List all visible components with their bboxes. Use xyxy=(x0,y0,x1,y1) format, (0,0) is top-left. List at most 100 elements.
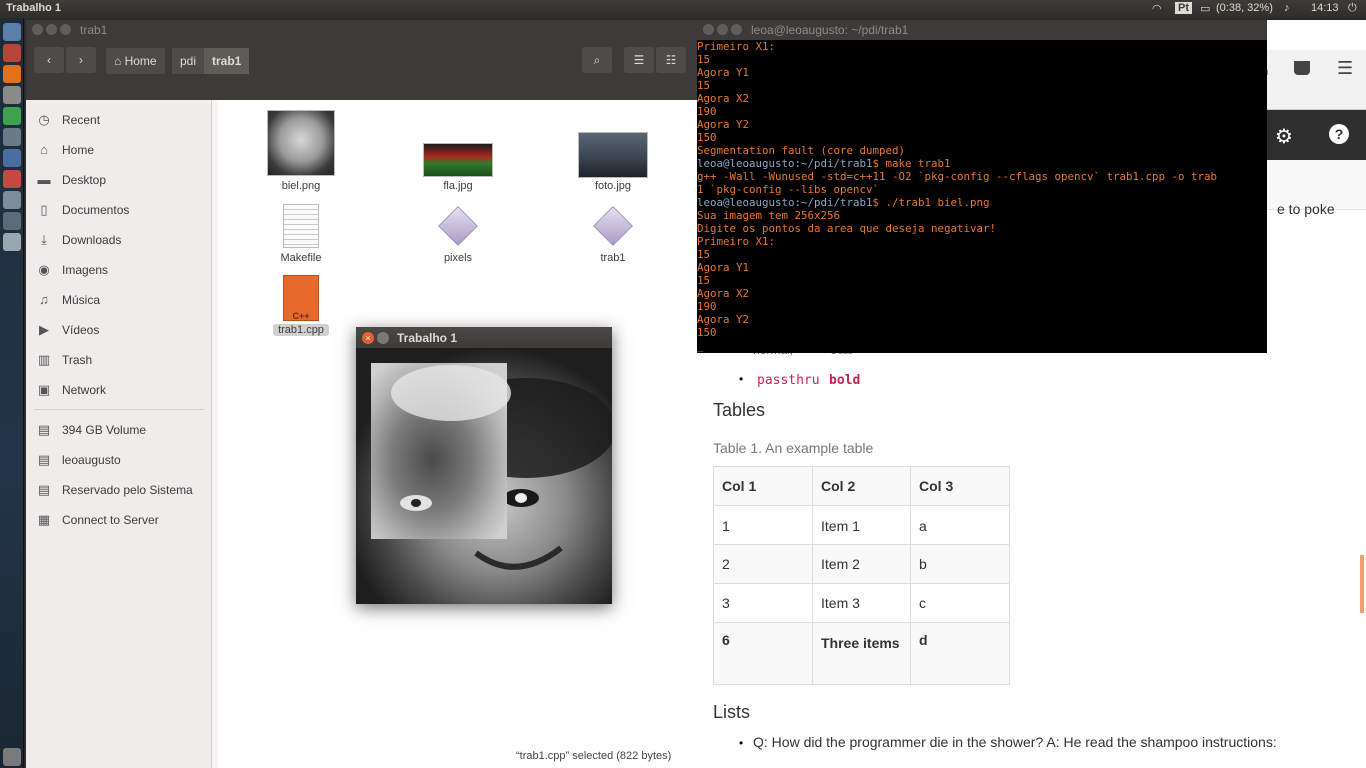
sidebar-item-musica[interactable]: ♫ Música xyxy=(26,285,212,315)
sidebar-item-home[interactable]: ⌂ Home xyxy=(26,135,212,165)
sidebar-item-connect-server[interactable]: ▦ Connect to Server xyxy=(26,505,212,535)
files-icon[interactable] xyxy=(3,86,21,104)
sidebar-item-downloads[interactable]: ⤓ Downloads xyxy=(26,225,212,255)
table-cell: c xyxy=(910,583,1010,623)
sidebar-item-imagens[interactable]: ◉ Imagens xyxy=(26,255,212,285)
grid-view-button[interactable]: ☷ xyxy=(656,47,686,73)
dash-icon[interactable] xyxy=(3,23,21,41)
list-bullet: • xyxy=(739,736,744,750)
list-bullet: • xyxy=(739,372,744,386)
close-icon[interactable]: × xyxy=(362,332,374,344)
back-button[interactable]: ‹ xyxy=(34,47,64,73)
sidebar-item-trash[interactable]: ▥ Trash xyxy=(26,345,212,375)
sidebar-item-desktop[interactable]: ▬ Desktop xyxy=(26,165,212,195)
music-icon: ♫ xyxy=(39,292,49,307)
file-name: biel.png xyxy=(281,180,321,192)
file-item-trab1-cpp[interactable]: C++ trab1.cpp xyxy=(246,272,356,340)
file-item-pixels[interactable]: pixels xyxy=(403,200,513,264)
file-name: trab1.cpp xyxy=(273,324,329,336)
sidebar-item-volume[interactable]: ▤ 394 GB Volume xyxy=(26,415,212,445)
wifi-icon[interactable]: ◠ xyxy=(1152,2,1162,15)
image-viewer-window[interactable]: × Trabalho 1 xyxy=(356,327,612,604)
drive-icon: ▤ xyxy=(37,482,51,497)
file-name: foto.jpg xyxy=(594,180,632,192)
maximize-icon[interactable] xyxy=(731,24,742,35)
terminal-window[interactable]: leoa@leoaugusto: ~/pdi/trab1 Primeiro X1… xyxy=(697,20,1267,353)
clock[interactable]: 14:13 xyxy=(1311,2,1339,14)
file-item-foto[interactable]: foto.jpg xyxy=(558,108,668,192)
minimize-icon[interactable] xyxy=(46,24,57,35)
scrollbar-thumb[interactable] xyxy=(1360,555,1364,613)
document-icon: ▯ xyxy=(40,202,48,217)
sidebar-item-recent[interactable]: ◷ Recent xyxy=(26,105,212,135)
drive-icon: ▤ xyxy=(37,452,51,467)
tables-heading: Tables xyxy=(713,400,766,420)
menu-icon[interactable]: ☰ xyxy=(1337,58,1353,79)
sidebar-item-documentos[interactable]: ▯ Documentos xyxy=(26,195,212,225)
close-icon[interactable] xyxy=(703,24,714,35)
table-cell: Item 2 xyxy=(812,544,911,584)
file-name: pixels xyxy=(443,252,473,264)
table-footer-cell: 6 xyxy=(713,622,813,685)
network-icon: ▣ xyxy=(37,382,51,397)
trash-icon[interactable] xyxy=(3,748,21,766)
cpp-file-icon: C++ xyxy=(283,275,319,321)
camera-icon: ◉ xyxy=(38,262,50,277)
app-launcher-icon[interactable] xyxy=(3,191,21,209)
terminal-output: Primeiro X1: 15 Agora Y1 15 Agora X2 190… xyxy=(697,40,1218,352)
app-launcher-icon[interactable] xyxy=(3,149,21,167)
forward-button[interactable]: › xyxy=(66,47,96,73)
table-cell: 1 xyxy=(713,505,813,545)
server-icon: ▦ xyxy=(37,512,51,527)
volume-icon[interactable]: ♪ xyxy=(1284,2,1290,14)
app-launcher-icon[interactable] xyxy=(3,107,21,125)
sidebar-item-reservado[interactable]: ▤ Reservado pelo Sistema xyxy=(26,475,212,505)
app-launcher-icon[interactable] xyxy=(3,44,21,62)
gear-icon[interactable]: ⚙ xyxy=(1275,124,1293,149)
text-file-icon xyxy=(283,204,319,248)
battery-icon[interactable]: ▭ xyxy=(1200,2,1210,15)
breadcrumb-trab1[interactable]: trab1 xyxy=(204,48,250,74)
app-launcher-icon[interactable] xyxy=(3,233,21,251)
window-titlebar: trab1 xyxy=(26,20,698,40)
table-row: 1 Item 1 a xyxy=(713,505,1010,545)
pocket-icon[interactable] xyxy=(1294,61,1310,75)
home-icon: ⌂ xyxy=(114,54,122,68)
top-panel: Trabalho 1 ◠ Pt ▭ (0:38, 32%) ♪ 14:13 ⏻ xyxy=(0,0,1366,18)
table-cell: Item 1 xyxy=(812,505,911,545)
list-view-button[interactable]: ☰ xyxy=(624,47,654,73)
status-bar: “trab1.cpp” selected (822 bytes) xyxy=(516,750,672,762)
processed-photo xyxy=(356,348,612,604)
breadcrumb-home[interactable]: ⌂ Home xyxy=(106,48,165,74)
table-cell: 2 xyxy=(713,544,813,584)
breadcrumb-pdi[interactable]: pdi xyxy=(172,48,205,74)
app-launcher-icon[interactable] xyxy=(3,128,21,146)
image-canvas[interactable] xyxy=(356,348,612,604)
minimize-icon[interactable] xyxy=(717,24,728,35)
battery-status[interactable]: (0:38, 32%) xyxy=(1216,2,1273,14)
power-icon[interactable]: ⏻ xyxy=(1348,2,1357,15)
firefox-icon[interactable] xyxy=(3,65,21,83)
app-launcher-icon[interactable] xyxy=(3,170,21,188)
table-footer-cell: Three items xyxy=(812,622,911,685)
help-icon[interactable]: ? xyxy=(1329,124,1349,144)
file-item-biel[interactable]: biel.png xyxy=(246,108,356,192)
grid-icon: ☷ xyxy=(665,53,677,67)
close-icon[interactable] xyxy=(32,24,43,35)
sidebar-item-videos[interactable]: ▶ Vídeos xyxy=(26,315,212,345)
executable-icon xyxy=(438,206,478,246)
list-icon: ☰ xyxy=(633,53,645,67)
keyboard-layout-indicator[interactable]: Pt xyxy=(1175,2,1192,14)
table-header-cell: Col 1 xyxy=(713,466,813,506)
sidebar-item-network[interactable]: ▣ Network xyxy=(26,375,212,405)
trash-icon: ▥ xyxy=(37,352,51,367)
search-button[interactable]: ⌕ xyxy=(582,47,612,73)
file-item-trab1[interactable]: trab1 xyxy=(558,200,668,264)
image-thumbnail xyxy=(267,110,335,176)
minimize-icon[interactable] xyxy=(377,332,389,344)
file-item-makefile[interactable]: Makefile xyxy=(246,200,356,264)
file-item-fla[interactable]: fla.jpg xyxy=(403,108,513,192)
app-launcher-icon[interactable] xyxy=(3,212,21,230)
maximize-icon[interactable] xyxy=(60,24,71,35)
sidebar-item-leoaugusto[interactable]: ▤ leoaugusto xyxy=(26,445,212,475)
